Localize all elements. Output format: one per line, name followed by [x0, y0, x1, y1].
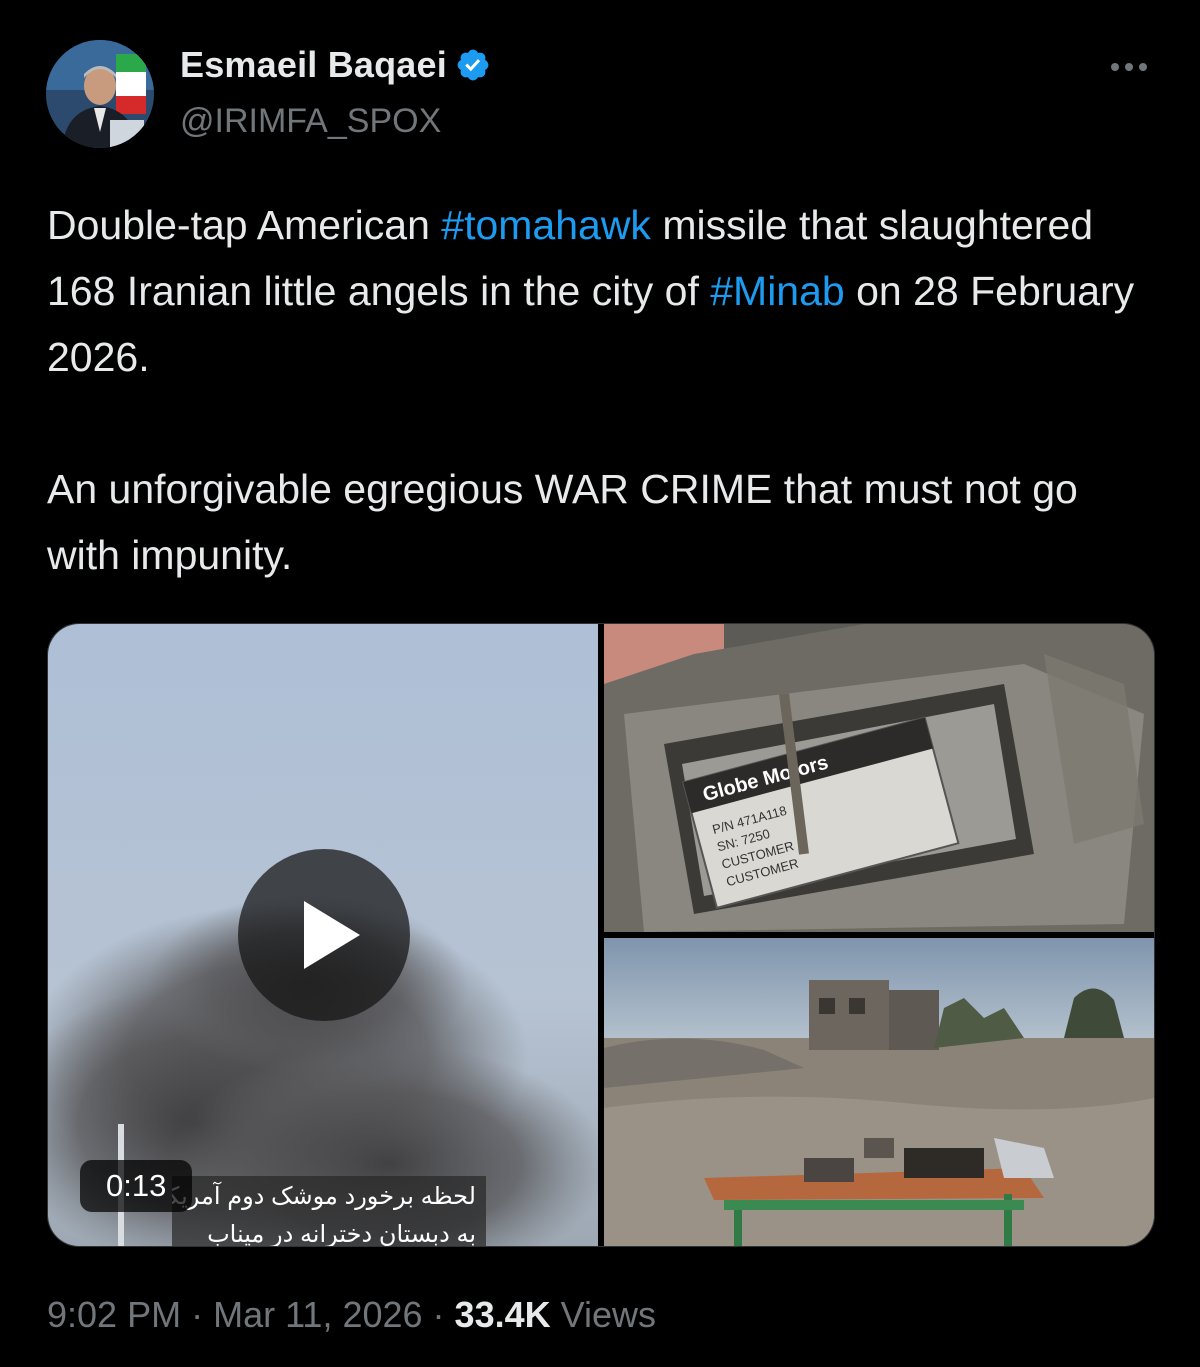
author-handle[interactable]: @IRIMFA_SPOX [180, 102, 441, 141]
tweet-text-part-1: Double-tap American [47, 202, 442, 248]
meta-separator-2: · [422, 1294, 455, 1335]
tweet-date[interactable]: Mar 11, 2026 [213, 1294, 422, 1335]
views-count[interactable]: 33.4K [455, 1294, 551, 1335]
verified-badge-icon[interactable] [455, 47, 491, 83]
hashtag-tomahawk-link[interactable]: #tomahawk [441, 202, 651, 248]
avatar[interactable] [46, 40, 154, 148]
play-icon [304, 901, 360, 969]
avatar-image [46, 40, 154, 148]
media-image-ruins[interactable] [604, 938, 1154, 1246]
video-player[interactable]: لحظه برخورد موشک دوم آمریکا به دبستان دخ… [48, 624, 598, 1246]
tweet-meta: 9:02 PM · Mar 11, 2026 · 33.4K Views [47, 1294, 656, 1336]
missile-part-photo: Globe Motors P/N 471A118 SN: 7250 CUSTOM… [604, 624, 1154, 932]
author-name-row[interactable]: Esmaeil Baqaei [180, 44, 491, 86]
video-caption-line-1: لحظه برخورد موشک دوم آمریکا [172, 1183, 476, 1210]
more-dots-icon [1111, 63, 1147, 71]
video-caption-line-2: به دبستان دخترانه در میناب [207, 1221, 476, 1246]
tweet-time[interactable]: 9:02 PM [47, 1294, 181, 1335]
tweet-paragraph-2: An unforgivable egregious WAR CRIME that… [47, 466, 1078, 578]
hashtag-minab-link[interactable]: #Minab [710, 268, 844, 314]
views-label: Views [550, 1294, 657, 1335]
media-grid: لحظه برخورد موشک دوم آمریکا به دبستان دخ… [47, 623, 1155, 1247]
author-name[interactable]: Esmaeil Baqaei [180, 44, 447, 86]
tweet-paragraph-1: Double-tap American #tomahawk missile th… [47, 192, 1157, 390]
play-button[interactable] [238, 849, 410, 1021]
video-caption: لحظه برخورد موشک دوم آمریکا به دبستان دخ… [172, 1176, 486, 1246]
meta-separator-1: · [181, 1294, 214, 1335]
ruins-photo [604, 938, 1154, 1246]
media-image-missile-part[interactable]: Globe Motors P/N 471A118 SN: 7250 CUSTOM… [604, 624, 1154, 932]
video-duration-badge: 0:13 [80, 1160, 193, 1212]
tweet-text: Double-tap American #tomahawk missile th… [47, 192, 1157, 588]
more-options-button[interactable] [1106, 52, 1152, 82]
